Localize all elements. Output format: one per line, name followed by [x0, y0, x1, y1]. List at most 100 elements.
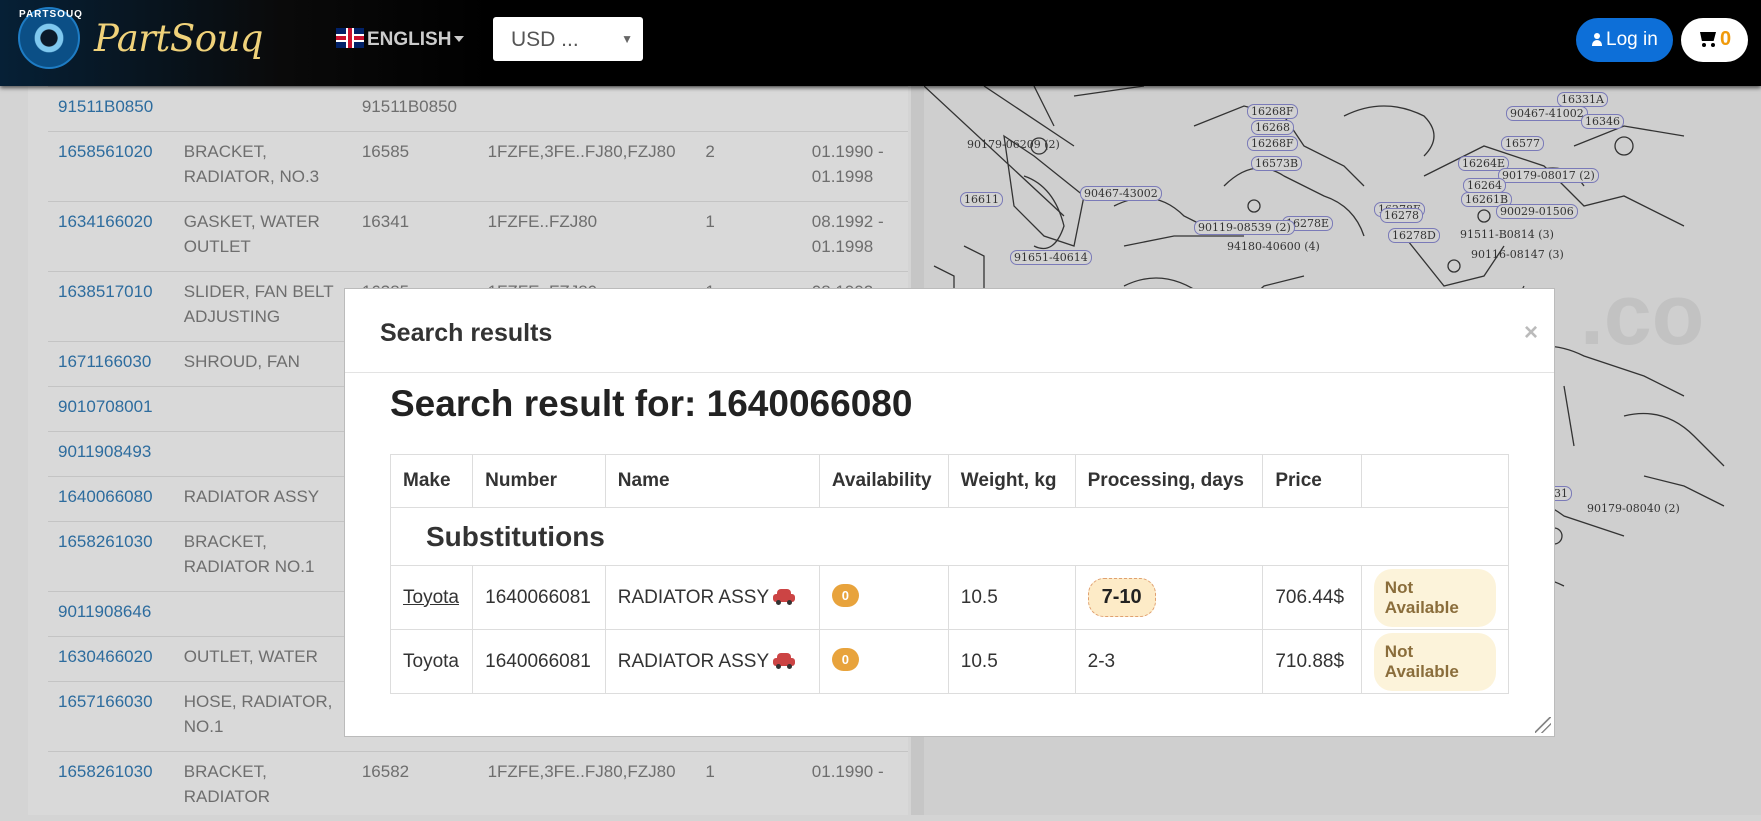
- col-weight[interactable]: Weight, kg: [948, 455, 1075, 508]
- diagram-callout-label[interactable]: 16573B: [1251, 156, 1302, 171]
- part-code: 16585: [352, 132, 478, 202]
- part-name: BRACKET, RADIATOR, NO.3: [174, 132, 352, 202]
- caret-down-icon: [454, 36, 464, 42]
- diagram-callout-label[interactable]: 16268: [1251, 120, 1294, 135]
- part-name-cell: RADIATOR ASSY: [605, 630, 819, 694]
- weight: 10.5: [948, 630, 1075, 694]
- part-qty: 1: [695, 202, 801, 272]
- diagram-callout-label[interactable]: 16264: [1463, 178, 1506, 193]
- diagram-callout-label[interactable]: 90467-43002: [1080, 186, 1162, 201]
- part-number-link[interactable]: 1630466020: [48, 637, 174, 682]
- cart-count: 0: [1720, 28, 1731, 50]
- diagram-callout-label[interactable]: 16331A: [1557, 92, 1608, 107]
- part-name: GASKET, WATER OUTLET: [174, 202, 352, 272]
- logo-text[interactable]: PartSouq: [94, 17, 263, 60]
- price: 710.88$: [1263, 630, 1361, 694]
- part-name: SLIDER, FAN BELT ADJUSTING: [174, 272, 352, 342]
- modal-title: Search results: [380, 319, 552, 348]
- select-arrow-icon: ▼: [621, 32, 633, 46]
- close-icon[interactable]: ×: [1524, 319, 1538, 347]
- col-availability[interactable]: Availability: [819, 455, 948, 508]
- part-number-link[interactable]: 9011908646: [48, 592, 174, 637]
- part-model: 1FZFE,3FE..FJ80,FZJ80: [478, 132, 696, 202]
- resize-handle-icon[interactable]: [1535, 717, 1551, 733]
- part-number-link[interactable]: 1640066080: [48, 477, 174, 522]
- modal-header: Search results ×: [345, 289, 1554, 373]
- diagram-callout-label[interactable]: 94180-40600 (4): [1224, 240, 1323, 253]
- results-header-row: Make Number Name Availability Weight, kg…: [391, 455, 1509, 508]
- diagram-callout-label[interactable]: 90119-08539 (2): [1194, 220, 1295, 235]
- col-number[interactable]: Number: [473, 455, 606, 508]
- diagram-callout-label[interactable]: 16268F: [1247, 104, 1298, 119]
- status-cell: Not Available: [1361, 566, 1508, 630]
- login-label: Log in: [1606, 29, 1658, 50]
- part-number-link[interactable]: 1657166030: [48, 682, 174, 752]
- language-label: ENGLISH: [367, 29, 451, 50]
- result-row: Toyota 1640066081 RADIATOR ASSY 0 10.5 2…: [391, 630, 1509, 694]
- diagram-callout-label[interactable]: 90029-01506: [1496, 204, 1578, 219]
- cart-button[interactable]: 0: [1681, 18, 1748, 62]
- availability-badge: 0: [832, 584, 859, 607]
- col-price[interactable]: Price: [1263, 455, 1361, 508]
- part-name: [174, 592, 352, 637]
- results-table: Make Number Name Availability Weight, kg…: [390, 454, 1509, 694]
- part-number-link[interactable]: 1658261030: [48, 752, 174, 821]
- diagram-callout-label[interactable]: 91651-40614: [1010, 250, 1092, 265]
- part-number-link[interactable]: 9010708001: [48, 387, 174, 432]
- currency-value: USD ...: [511, 28, 579, 51]
- part-number-link[interactable]: 91511B0850: [48, 87, 174, 132]
- result-row: Toyota 1640066081 RADIATOR ASSY 0 10.5 7…: [391, 566, 1509, 630]
- diagram-callout-label[interactable]: 90467-41002: [1506, 106, 1588, 121]
- part-number: 1640066081: [473, 630, 606, 694]
- car-icon[interactable]: [773, 653, 795, 668]
- login-button[interactable]: Log in: [1576, 18, 1673, 62]
- car-icon[interactable]: [773, 589, 795, 604]
- availability-cell: 0: [819, 630, 948, 694]
- diagram-callout-label[interactable]: 16346: [1581, 114, 1624, 129]
- diagram-callout-label[interactable]: 90179-08017 (2): [1498, 168, 1599, 183]
- diagram-callout-label[interactable]: 16268F: [1247, 136, 1298, 151]
- part-name: [174, 432, 352, 477]
- processing-cell: 7-10: [1075, 566, 1263, 630]
- part-qty: 2: [695, 132, 801, 202]
- status-cell: Not Available: [1361, 630, 1508, 694]
- parts-row[interactable]: 1658561020BRACKET, RADIATOR, NO.3165851F…: [48, 132, 908, 202]
- parts-row[interactable]: 1658261030BRACKET, RADIATOR165821FZFE,3F…: [48, 752, 908, 821]
- language-dropdown[interactable]: ENGLISH: [336, 28, 464, 51]
- part-number-link[interactable]: 1658561020: [48, 132, 174, 202]
- diagram-callout-label[interactable]: 90179-06209 (2): [964, 138, 1063, 151]
- parts-row[interactable]: 1634166020GASKET, WATER OUTLET163411FZFE…: [48, 202, 908, 272]
- diagram-callout-label[interactable]: 90179-08040 (2): [1584, 502, 1683, 515]
- uk-flag-icon: [336, 28, 364, 48]
- diagram-callout-label[interactable]: 91511-B0814 (3): [1457, 228, 1557, 241]
- part-model: 1FZFE,3FE..FJ80,FZJ80: [478, 752, 696, 821]
- part-number-link[interactable]: 9011908493: [48, 432, 174, 477]
- not-available-button[interactable]: Not Available: [1374, 569, 1496, 627]
- not-available-button[interactable]: Not Available: [1374, 633, 1496, 691]
- diagram-callout-label[interactable]: 16611: [960, 192, 1003, 207]
- part-name: BRACKET, RADIATOR NO.1: [174, 522, 352, 592]
- logo-wheel-icon[interactable]: PARTSOUQ: [18, 7, 80, 69]
- part-qty: 1: [695, 752, 801, 821]
- col-make[interactable]: Make: [391, 455, 473, 508]
- part-number-link[interactable]: 1658261030: [48, 522, 174, 592]
- part-code: 16341: [352, 202, 478, 272]
- substitutions-group-row: Substitutions: [391, 508, 1509, 566]
- part-name: OUTLET, WATER: [174, 637, 352, 682]
- part-name: [174, 87, 352, 132]
- top-navbar: PARTSOUQ PartSouq ENGLISH USD ... ▼ Log …: [0, 0, 1761, 86]
- diagram-callout-label[interactable]: 16278D: [1388, 228, 1440, 243]
- diagram-callout-label[interactable]: 90116-08147 (3): [1468, 248, 1567, 261]
- col-processing[interactable]: Processing, days: [1075, 455, 1263, 508]
- part-number-link[interactable]: 1638517010: [48, 272, 174, 342]
- make-link[interactable]: Toyota: [403, 587, 459, 608]
- part-number-link[interactable]: 1634166020: [48, 202, 174, 272]
- part-number-link[interactable]: 1671166030: [48, 342, 174, 387]
- diagram-callout-label[interactable]: 16278: [1380, 208, 1423, 223]
- diagram-callout-label[interactable]: 16577: [1501, 136, 1544, 151]
- currency-select[interactable]: USD ... ▼: [493, 17, 643, 61]
- col-name[interactable]: Name: [605, 455, 819, 508]
- part-date: 01.1990 -: [802, 752, 908, 821]
- parts-row[interactable]: 91511B085091511B0850: [48, 87, 908, 132]
- diagram-watermark: .co: [1580, 266, 1704, 365]
